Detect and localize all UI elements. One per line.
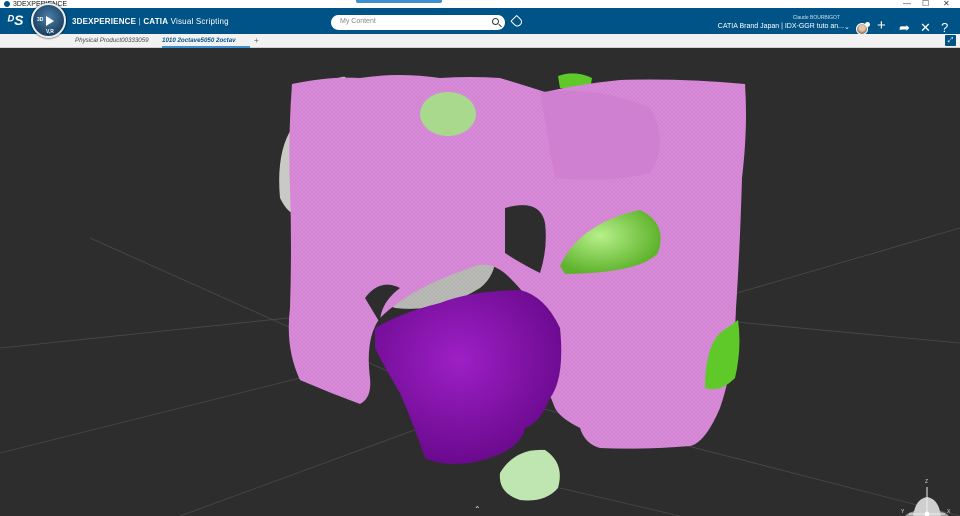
- brand-title: 3DEXPERIENCE | CATIA Visual Scripting: [72, 17, 229, 26]
- minimize-button[interactable]: —: [903, 0, 911, 8]
- expand-icon[interactable]: ⤢: [945, 35, 956, 46]
- orientation-robot-icon[interactable]: [901, 481, 953, 516]
- search-input[interactable]: My Content: [331, 15, 505, 30]
- plus-icon[interactable]: +: [877, 18, 886, 33]
- compass-vr-label: V,R: [46, 29, 54, 35]
- green-part-bottom[interactable]: [499, 449, 560, 501]
- model-canvas[interactable]: [0, 48, 960, 516]
- axis-x-label: X: [947, 509, 951, 515]
- play-icon[interactable]: [46, 16, 54, 26]
- green-part-upper[interactable]: [420, 92, 476, 136]
- chevron-down-icon[interactable]: ⌄: [844, 23, 850, 31]
- axis-y-label: Y: [901, 509, 905, 515]
- tab-active-part[interactable]: 1010 2octave5050 2octav: [162, 37, 236, 44]
- drag-handle[interactable]: [356, 0, 442, 3]
- user-name: Claude BOURBIGOT: [792, 15, 840, 21]
- compass-widget[interactable]: 3D V,R: [31, 3, 66, 38]
- compass-robot-widget[interactable]: Z X Y: [901, 479, 953, 516]
- collaborative-space-selector[interactable]: CATIA Brand Japan | IDX-GGR tuto an...: [718, 23, 844, 30]
- 3d-viewport[interactable]: Z X Y: [0, 48, 960, 516]
- tab-bar: Physical Product00333059 1010 2octave505…: [0, 34, 960, 48]
- share-icon[interactable]: ➦: [899, 21, 910, 34]
- chevron-up-icon[interactable]: ⌃: [474, 505, 481, 514]
- tag-icon[interactable]: [510, 14, 524, 29]
- add-tab-button[interactable]: +: [254, 36, 259, 45]
- tab-physical-product[interactable]: Physical Product00333059: [75, 37, 149, 44]
- close-button[interactable]: ✕: [943, 0, 950, 8]
- help-icon[interactable]: ?: [941, 21, 948, 34]
- axis-z-label: Z: [925, 479, 929, 485]
- ds-logo-icon[interactable]: ᴰS: [7, 12, 23, 28]
- top-bar: ᴰS 3DEXPERIENCE | CATIA Visual Scripting…: [0, 8, 960, 35]
- app-logo-icon: [4, 1, 10, 7]
- tools-icon[interactable]: ✕: [920, 21, 931, 34]
- compass-3d-label: 3D: [37, 17, 44, 23]
- notification-dot: [865, 22, 870, 27]
- maximize-button[interactable]: ☐: [922, 0, 929, 8]
- search-icon[interactable]: [492, 18, 499, 25]
- window-title-bar: 3DEXPERIENCE — ☐ ✕: [0, 0, 960, 8]
- search-placeholder: My Content: [340, 18, 376, 25]
